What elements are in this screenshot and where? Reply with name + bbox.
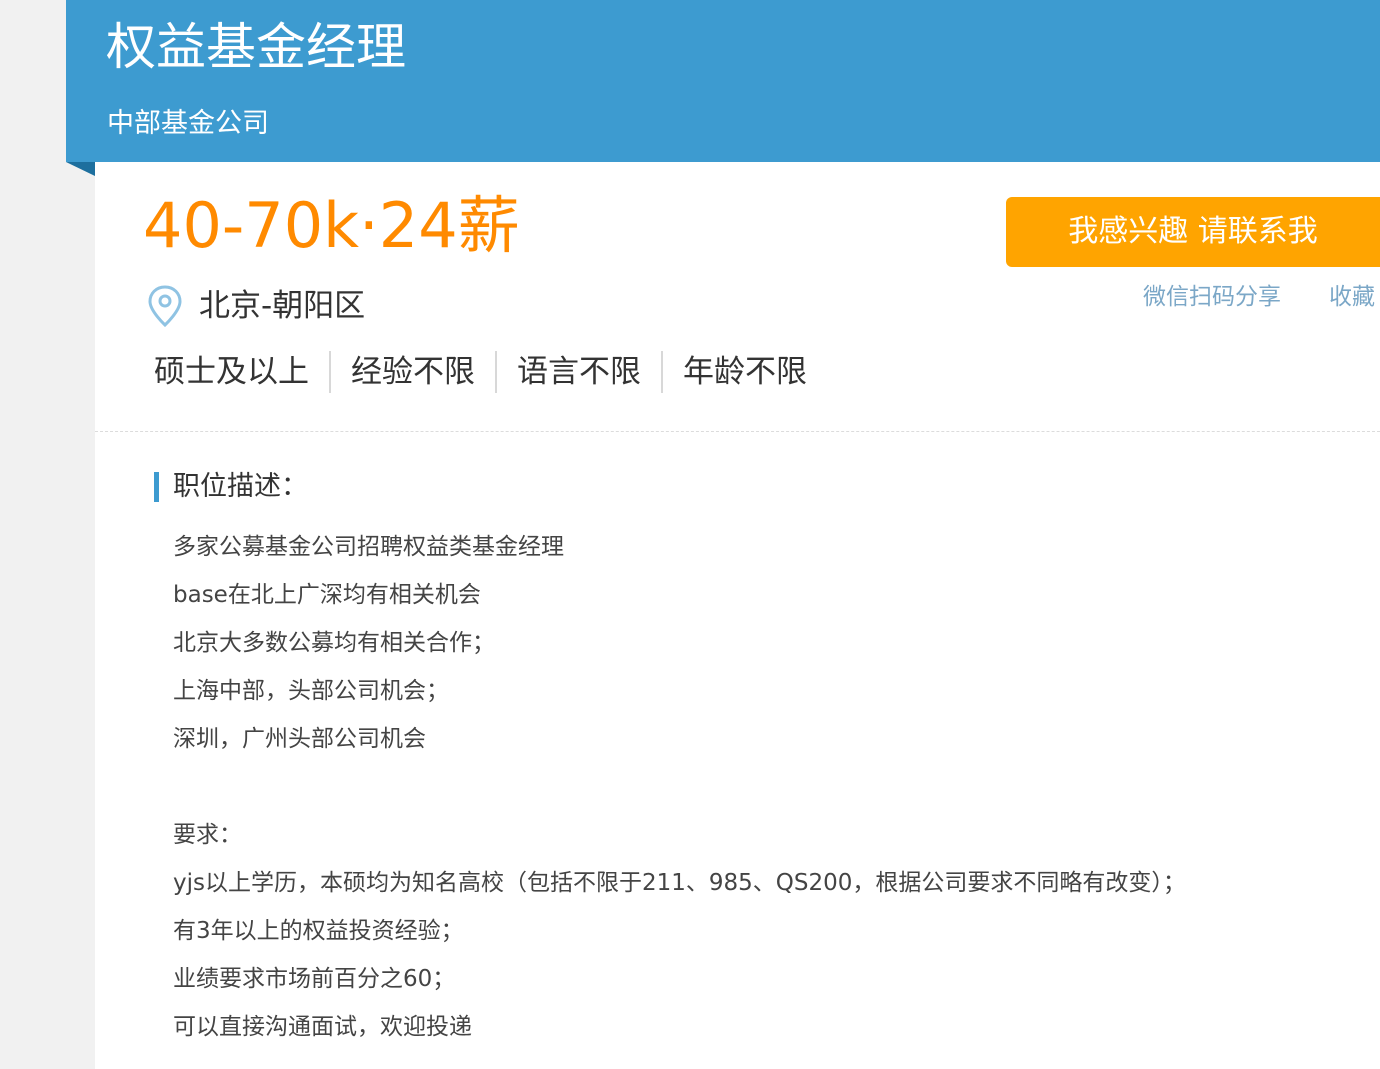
job-header: 权益基金经理 中部基金公司 bbox=[66, 0, 1380, 162]
description-blank-line bbox=[173, 763, 1353, 811]
job-location: 北京-朝阳区 bbox=[147, 283, 365, 329]
interested-contact-me-button[interactable]: 我感兴趣 请联系我 bbox=[1006, 197, 1380, 267]
tag-divider bbox=[495, 351, 497, 393]
description-line: 可以直接沟通面试，欢迎投递 bbox=[173, 1014, 472, 1040]
job-description: 多家公募基金公司招聘权益类基金经理 base在北上广深均有相关机会 北京大多数公… bbox=[173, 523, 1353, 1051]
description-line: base在北上广深均有相关机会 bbox=[173, 582, 481, 608]
job-title: 权益基金经理 bbox=[106, 18, 406, 76]
section-divider bbox=[95, 431, 1380, 432]
tag-divider bbox=[329, 351, 331, 393]
tag-experience: 经验不限 bbox=[351, 354, 475, 390]
header-fold-decoration bbox=[66, 162, 95, 176]
description-line: yjs以上学历，本硕均为知名高校（包括不限于211、985、QS200，根据公司… bbox=[173, 870, 1186, 896]
collect-link[interactable]: 收藏 bbox=[1329, 281, 1375, 313]
description-line: 有3年以上的权益投资经验； bbox=[173, 918, 464, 944]
map-pin-icon bbox=[148, 285, 182, 327]
tag-education: 硕士及以上 bbox=[154, 354, 309, 390]
tag-divider bbox=[661, 351, 663, 393]
description-line: 北京大多数公募均有相关合作； bbox=[173, 630, 495, 656]
salary: 40-70k·24薪 bbox=[143, 189, 520, 262]
page: 权益基金经理 中部基金公司 40-70k·24薪 北京-朝阳区 硕士及以上 经验… bbox=[0, 0, 1380, 1069]
job-requirement-tags: 硕士及以上 经验不限 语言不限 年龄不限 bbox=[154, 350, 827, 394]
description-line: 业绩要求市场前百分之60； bbox=[173, 966, 456, 992]
description-heading: 职位描述： bbox=[154, 470, 308, 504]
description-line: 要求： bbox=[173, 822, 242, 848]
description-line: 上海中部，头部公司机会； bbox=[173, 678, 449, 704]
description-line: 多家公募基金公司招聘权益类基金经理 bbox=[173, 534, 564, 560]
heading-accent-bar bbox=[154, 472, 159, 502]
company-name[interactable]: 中部基金公司 bbox=[107, 104, 269, 144]
job-detail-card: 40-70k·24薪 北京-朝阳区 硕士及以上 经验不限 语言不限 年龄不限 我… bbox=[95, 162, 1380, 1069]
description-line: 深圳，广州头部公司机会 bbox=[173, 726, 426, 752]
wechat-share-link[interactable]: 微信扫码分享 bbox=[1143, 281, 1281, 313]
tag-language: 语言不限 bbox=[517, 354, 641, 390]
tag-age: 年龄不限 bbox=[683, 354, 807, 390]
description-title: 职位描述： bbox=[173, 471, 308, 502]
location-text: 北京-朝阳区 bbox=[199, 288, 366, 324]
